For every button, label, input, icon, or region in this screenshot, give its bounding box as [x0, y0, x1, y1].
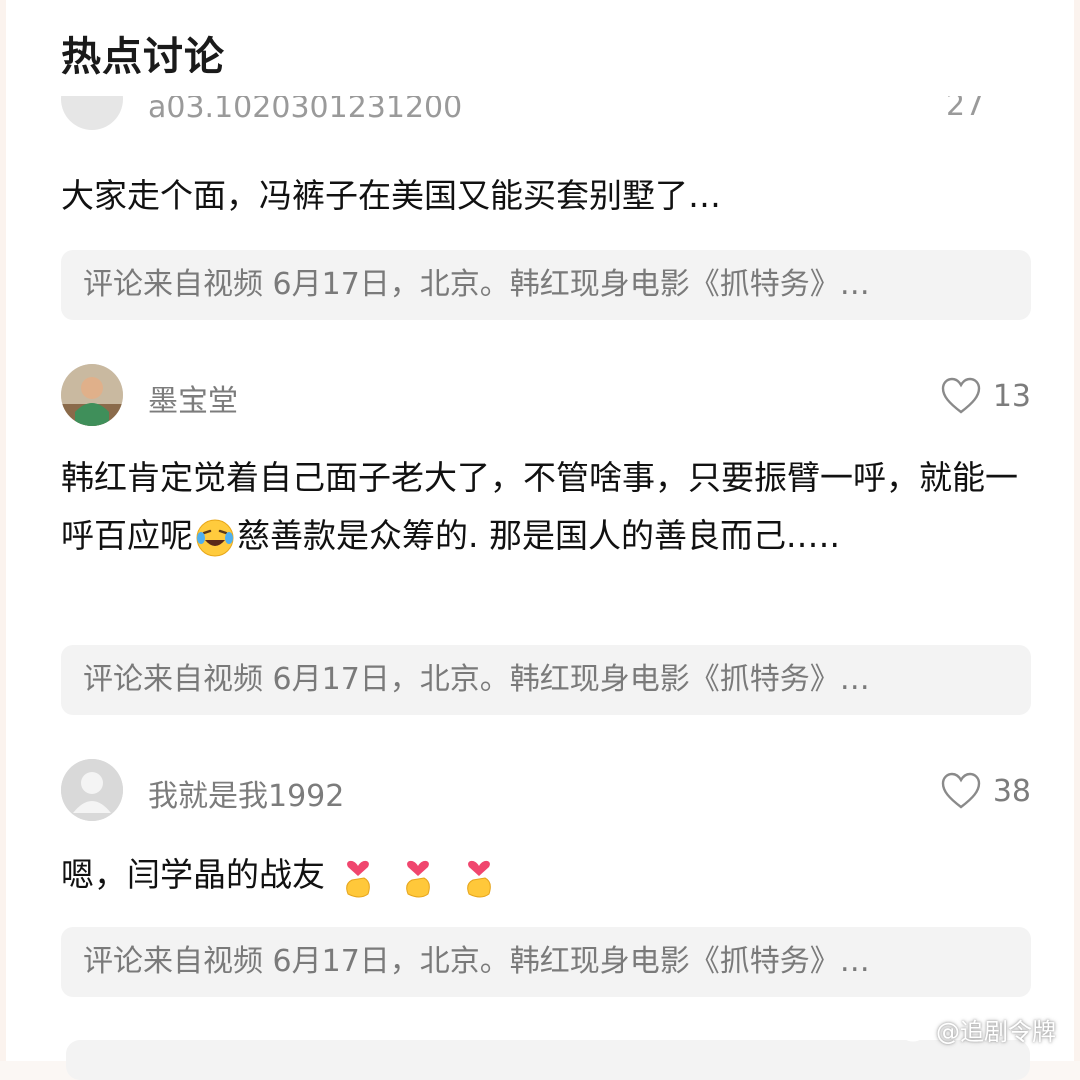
like-count: 13 [992, 378, 1031, 414]
like-button[interactable]: 38 [941, 769, 1031, 813]
laughing-crying-emoji [196, 519, 234, 556]
username[interactable]: 墨宝堂 [148, 376, 238, 420]
like-count: 38 [992, 773, 1031, 809]
finger-heart-emoji [406, 860, 430, 897]
finger-heart-emoji [466, 860, 491, 897]
comment-source-link[interactable]: 评论来自视频 6月17日，北京。韩红现身电影《抓特务》… [61, 250, 1031, 320]
watermark: @追剧令牌 [900, 1012, 1056, 1047]
like-count[interactable]: 27 [946, 96, 984, 123]
username[interactable]: a03.1020301231200 [148, 96, 462, 125]
avatar[interactable] [61, 364, 123, 426]
clipped-comment-header: a03.1020301231200 27 [6, 96, 1080, 130]
comment-header: 墨宝堂 13 [61, 364, 1031, 428]
heart-icon [941, 772, 981, 809]
heart-icon [941, 377, 981, 414]
username[interactable]: 我就是我1992 [148, 771, 344, 815]
finger-heart-emoji [345, 860, 370, 897]
comment-text-part: 嗯，闫学晶的战友 [61, 855, 325, 894]
default-avatar-icon[interactable] [61, 759, 123, 821]
section-title: 热点讨论 [61, 34, 225, 80]
comment-header: 我就是我1992 38 [61, 759, 1031, 823]
next-comment-peek [66, 1040, 1030, 1080]
weibo-icon [901, 1020, 928, 1041]
watermark-text: @追剧令牌 [936, 1018, 1056, 1046]
comment-source-link[interactable]: 评论来自视频 6月17日，北京。韩红现身电影《抓特务》… [61, 645, 1031, 715]
avatar[interactable] [61, 96, 123, 130]
comment-text: 韩红肯定觉着自己面子老大了，不管啥事，只要振臂一呼，就能一呼百应呢 慈善款是众筹… [61, 449, 1026, 565]
like-button[interactable]: 13 [941, 374, 1031, 418]
comment-source-link[interactable]: 评论来自视频 6月17日，北京。韩红现身电影《抓特务》… [61, 927, 1031, 997]
hot-discussion-page: 热点讨论 a03.1020301231200 27 大家走个面，冯裤子在美国又能… [0, 0, 1080, 1080]
comment-text: 大家走个面，冯裤子在美国又能买套别墅了… [61, 176, 721, 215]
comment-text: 嗯，闫学晶的战友 [61, 846, 1026, 904]
comment-text-part: 慈善款是众筹的. 那是国人的善良而己.…. [237, 516, 840, 555]
